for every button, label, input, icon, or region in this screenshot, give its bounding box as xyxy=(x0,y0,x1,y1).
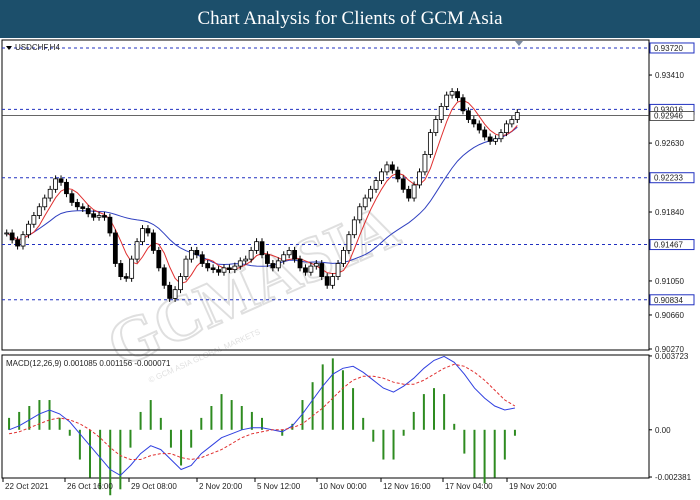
x-tick-label: 10 Nov 00:00 xyxy=(319,482,367,491)
candle xyxy=(107,213,113,237)
page-title: Chart Analysis for Clients of GCM Asia xyxy=(197,8,503,29)
level-price-text: 0.93720 xyxy=(654,44,683,53)
level-price-tag: 0.92233 xyxy=(649,172,695,184)
macd-label: MACD(12,26,9) 0.001085 0.001156 -0.00007… xyxy=(6,359,171,368)
current-price-text: 0.92946 xyxy=(654,112,683,121)
title-bar: Chart Analysis for Clients of GCM Asia xyxy=(0,0,700,38)
y-tick-label: 0.90660 xyxy=(655,311,684,320)
price-panel xyxy=(1,39,650,351)
macd-y-tick-label: -0.002381 xyxy=(655,473,692,482)
candle xyxy=(134,238,140,263)
y-tick-label: 0.93410 xyxy=(655,71,684,80)
candle xyxy=(156,246,162,272)
level-price-tag: 0.93720 xyxy=(649,42,695,54)
x-tick-label: 12 Nov 16:00 xyxy=(383,482,431,491)
macd-y-tick-label: 0.003723 xyxy=(655,352,689,361)
candle xyxy=(427,129,433,158)
candle xyxy=(161,264,167,289)
candle xyxy=(422,150,428,176)
level-price-text: 0.91467 xyxy=(654,241,683,250)
symbol-label[interactable]: USDCHF,H4 xyxy=(6,43,60,52)
macd-panel xyxy=(1,354,650,479)
level-price-tag: 0.91467 xyxy=(649,239,695,251)
candle xyxy=(150,229,156,254)
symbol-text: USDCHF,H4 xyxy=(15,43,60,52)
candle xyxy=(129,255,135,282)
x-tick-label: 17 Nov 04:00 xyxy=(445,482,493,491)
level-price-text: 0.90834 xyxy=(654,296,683,305)
candle xyxy=(351,216,357,239)
y-tick-label: 0.91840 xyxy=(655,208,684,217)
x-tick-label: 22 Oct 2021 xyxy=(5,482,49,491)
x-tick-label: 19 Nov 20:00 xyxy=(509,482,557,491)
y-tick-label: 0.91050 xyxy=(655,277,684,286)
x-tick-label: 29 Oct 08:00 xyxy=(131,482,177,491)
candle xyxy=(112,229,118,267)
x-tick-label: 5 Nov 12:00 xyxy=(257,482,301,491)
current-price-tag: 0.92946 xyxy=(649,111,695,121)
level-price-text: 0.92233 xyxy=(654,174,683,183)
level-price-tag: 0.90834 xyxy=(649,294,695,306)
chart-area: GCMASIA © GCM ASIA GLOBAL MARKETS 0.9372… xyxy=(1,39,695,496)
candle xyxy=(183,255,189,281)
y-tick-label: 0.92630 xyxy=(655,139,684,148)
x-tick-label: 2 Nov 20:00 xyxy=(199,482,243,491)
x-tick-label: 26 Oct 16:00 xyxy=(67,482,113,491)
candle xyxy=(346,231,352,254)
macd-y-tick-label: 0.00 xyxy=(655,426,671,435)
